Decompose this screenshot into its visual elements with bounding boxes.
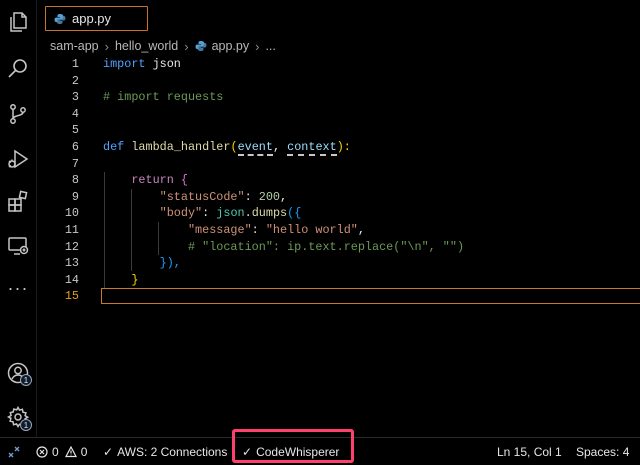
tab-label: app.py	[72, 11, 112, 26]
brace: ({	[287, 206, 302, 221]
module-name: json	[216, 206, 245, 221]
number: 200	[258, 189, 281, 204]
code-line-8: return {	[103, 172, 188, 189]
string: "hello world"	[265, 223, 358, 237]
warning-count: 0	[80, 444, 88, 459]
paren: ):	[336, 140, 351, 154]
code-line-13: }),	[103, 255, 181, 272]
chevron-right-icon: ›	[184, 38, 189, 54]
line-number: 8	[71, 173, 79, 188]
tab-app-py[interactable]: app.py	[45, 6, 148, 31]
line-number: 1	[71, 57, 79, 71]
activity-bar: ··· 1 1	[0, 0, 37, 437]
keyword: def	[103, 140, 125, 154]
more-icon[interactable]: ···	[6, 278, 30, 302]
string: "body"	[159, 206, 203, 221]
line-number: 13	[64, 256, 79, 271]
comment: # import requests	[103, 90, 224, 105]
paren: (	[230, 140, 238, 154]
brace: }),	[159, 256, 181, 271]
code-text: .	[244, 206, 252, 221]
accounts-badge: 1	[20, 374, 32, 386]
line-number: 11	[64, 223, 79, 237]
code-text: :	[244, 189, 259, 204]
aws-connections-label: AWS: 2 Connections	[117, 444, 228, 459]
code-line-9: "statusCode": 200,	[103, 189, 287, 206]
search-icon[interactable]	[6, 57, 30, 81]
code-line-10: "body": json.dumps({	[103, 205, 302, 222]
breadcrumb-item[interactable]: hello_world	[115, 39, 178, 53]
code-line-3: # import requests	[103, 89, 223, 106]
extensions-icon[interactable]	[6, 190, 30, 214]
remote-indicator-icon[interactable]	[8, 438, 20, 465]
explorer-icon[interactable]	[6, 10, 30, 34]
code-line-6: def lambda_handler(event, context):	[103, 139, 351, 156]
line-number: 2	[71, 73, 79, 88]
comment: # "location": ip.text.replace("\n", "")	[187, 239, 465, 254]
breadcrumb-item[interactable]: sam-app	[50, 39, 99, 53]
code-line-11: "message": "hello world",	[103, 222, 365, 239]
source-control-icon[interactable]	[6, 102, 30, 126]
keyword: return	[131, 173, 174, 188]
line-number: 9	[71, 189, 79, 204]
line-number: 12	[64, 239, 79, 254]
code-text: :	[251, 223, 266, 237]
code-text: ,	[357, 223, 365, 237]
line-number: 7	[71, 156, 79, 171]
run-debug-icon[interactable]	[6, 147, 30, 171]
breadcrumb-file-label: app.py	[211, 39, 250, 53]
keyword: import	[103, 57, 146, 71]
code-line-14: }	[103, 272, 138, 289]
line-number: 5	[71, 123, 79, 138]
parameter: event	[237, 140, 273, 156]
code-text: :	[202, 206, 217, 221]
function-name: dumps	[251, 206, 288, 221]
line-number: 14	[64, 272, 79, 287]
line-number: 6	[71, 140, 79, 154]
line-number-active: 15	[64, 289, 79, 304]
settings-badge: 1	[20, 419, 32, 431]
tab-bar: app.py	[37, 0, 640, 34]
breadcrumb: sam-app › hello_world › app.py › ...	[50, 36, 640, 56]
error-count: 0	[52, 444, 59, 459]
code-line-12: # "location": ip.text.replace("\n", "")	[103, 239, 464, 256]
brace: {	[180, 173, 188, 188]
string: "message"	[187, 223, 252, 237]
check-icon: ✓	[103, 444, 114, 459]
line-number: 4	[71, 106, 79, 121]
code-text: ,	[280, 189, 288, 204]
python-file-icon	[54, 13, 66, 25]
line-number: 10	[64, 206, 79, 221]
breadcrumb-item-symbol[interactable]: ...	[265, 39, 275, 53]
string: "statusCode"	[159, 189, 245, 204]
problems-indicator[interactable]: 0 0	[36, 438, 87, 465]
parameter: context	[287, 140, 337, 156]
python-file-icon	[195, 40, 207, 52]
codewhisperer-highlight-box	[232, 429, 354, 463]
brace: }	[131, 272, 139, 287]
remote-explorer-icon[interactable]	[6, 234, 30, 258]
cursor-position[interactable]: Ln 15, Col 1	[497, 438, 562, 465]
code-editor[interactable]: 1 2 3 4 5 6 7 8 9 10 11 12 13 14 15 impo…	[37, 56, 640, 436]
error-icon	[36, 445, 48, 458]
line-number: 3	[71, 90, 79, 105]
code-text: json	[145, 57, 181, 71]
indentation-setting[interactable]: Spaces: 4	[576, 438, 629, 465]
chevron-right-icon: ›	[104, 38, 109, 54]
chevron-right-icon: ›	[255, 38, 260, 54]
aws-connections[interactable]: ✓ AWS: 2 Connections	[103, 438, 227, 465]
code-line-1: import json	[103, 56, 181, 73]
code-text: ,	[272, 140, 288, 154]
warning-icon	[64, 445, 77, 457]
current-line-highlight	[101, 288, 640, 304]
function-name: lambda_handler	[131, 140, 231, 154]
breadcrumb-item-file[interactable]: app.py	[195, 39, 250, 53]
